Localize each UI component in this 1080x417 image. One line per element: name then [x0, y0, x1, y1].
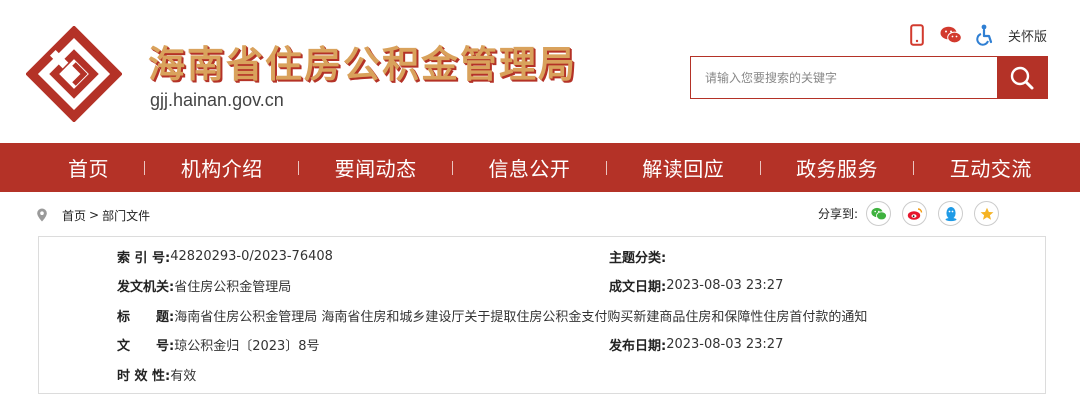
meta-subject-label: 主题分类:: [609, 250, 667, 266]
document-metadata-card: 索 引 号: 42820293-0/2023-76408 主题分类: 发文机关:…: [38, 236, 1046, 394]
meta-validity-label: 时 效 性:: [117, 368, 171, 384]
nav-item-info-disclosure[interactable]: 信息公开: [488, 153, 570, 182]
share-label: 分享到:: [818, 207, 859, 221]
wechat-share-icon: [870, 207, 887, 220]
nav-item-home[interactable]: 首页: [68, 153, 109, 182]
breadcrumb-separator: >: [89, 208, 100, 222]
location-pin-icon: [37, 208, 47, 222]
qq-share-icon: [945, 206, 957, 221]
weibo-share-button[interactable]: [902, 201, 928, 226]
mobile-phone-icon[interactable]: [906, 23, 928, 47]
nav-divider: [605, 160, 607, 175]
wechat-icon[interactable]: [940, 23, 962, 47]
meta-title-label: 标 题:: [117, 309, 175, 325]
search-button[interactable]: [997, 57, 1047, 98]
meta-publish-date-value: 2023-08-03 23:27: [666, 336, 784, 352]
breadcrumb-home-link[interactable]: 首页: [62, 207, 86, 224]
top-tools: 关怀版: [906, 22, 1047, 48]
meta-issuer-label: 发文机关:: [117, 279, 175, 295]
nav-item-news[interactable]: 要闻动态: [335, 153, 417, 182]
accessibility-icon[interactable]: [974, 23, 996, 47]
meta-publish-date: 发布日期: 2023-08-03 23:27: [609, 335, 784, 354]
meta-created-date: 成文日期: 2023-08-03 23:27: [609, 276, 784, 295]
meta-index-no-label: 索 引 号:: [117, 250, 171, 266]
search-input[interactable]: [691, 57, 997, 98]
meta-created-date-value: 2023-08-03 23:27: [666, 277, 784, 293]
nav-divider: [913, 160, 915, 175]
qzone-share-button[interactable]: [974, 201, 1000, 226]
hainan-housing-fund-logo-icon[interactable]: [26, 26, 122, 122]
nav-item-services[interactable]: 政务服务: [796, 153, 878, 182]
meta-title: 标 题: 海南省住房公积金管理局 海南省住房和城乡建设厅关于提取住房公积金支付购…: [117, 306, 868, 325]
qq-share-button[interactable]: [938, 201, 964, 226]
meta-validity: 时 效 性: 有效: [117, 365, 197, 384]
nav-item-interpretation[interactable]: 解读回应: [642, 153, 724, 182]
nav-item-interaction[interactable]: 互动交流: [950, 153, 1032, 182]
meta-publish-date-label: 发布日期:: [609, 338, 667, 354]
meta-doc-no-value: 琼公积金归〔2023〕8号: [174, 338, 320, 354]
site-header: 海南省住房公积金管理局 gjj.hainan.gov.cn 关怀版: [0, 0, 1080, 143]
qzone-share-icon: [980, 207, 993, 220]
meta-doc-no-label: 文 号:: [117, 338, 175, 354]
meta-issuer-value: 省住房公积金管理局: [174, 279, 292, 295]
share-bar: 分享到:: [818, 201, 1010, 226]
nav-item-organization[interactable]: 机构介绍: [181, 153, 263, 182]
nav-divider: [144, 160, 146, 175]
meta-index-no: 索 引 号: 42820293-0/2023-76408: [117, 247, 333, 266]
meta-doc-no: 文 号: 琼公积金归〔2023〕8号: [117, 335, 320, 354]
meta-subject: 主题分类:: [609, 247, 667, 266]
main-nav: 首页 机构介绍 要闻动态 信息公开 解读回应 政务服务 互动交流: [0, 143, 1080, 192]
nav-divider: [298, 160, 300, 175]
site-domain: gjj.hainan.gov.cn: [150, 90, 284, 110]
meta-title-value: 海南省住房公积金管理局 海南省住房和城乡建设厅关于提取住房公积金支付购买新建商品…: [174, 309, 868, 325]
search-icon: [1010, 66, 1034, 89]
meta-issuer: 发文机关: 省住房公积金管理局: [117, 276, 292, 295]
search-box: [690, 56, 1048, 99]
nav-divider: [759, 160, 761, 175]
nav-divider: [452, 160, 454, 175]
breadcrumb-current-link[interactable]: 部门文件: [102, 207, 150, 224]
weibo-share-icon: [907, 207, 922, 220]
care-mode-link[interactable]: 关怀版: [1008, 26, 1047, 45]
meta-validity-value: 有效: [170, 368, 197, 384]
meta-created-date-label: 成文日期:: [609, 279, 667, 295]
wechat-share-button[interactable]: [866, 201, 892, 226]
site-title: 海南省住房公积金管理局: [148, 43, 577, 86]
meta-index-no-value: 42820293-0/2023-76408: [170, 248, 333, 264]
